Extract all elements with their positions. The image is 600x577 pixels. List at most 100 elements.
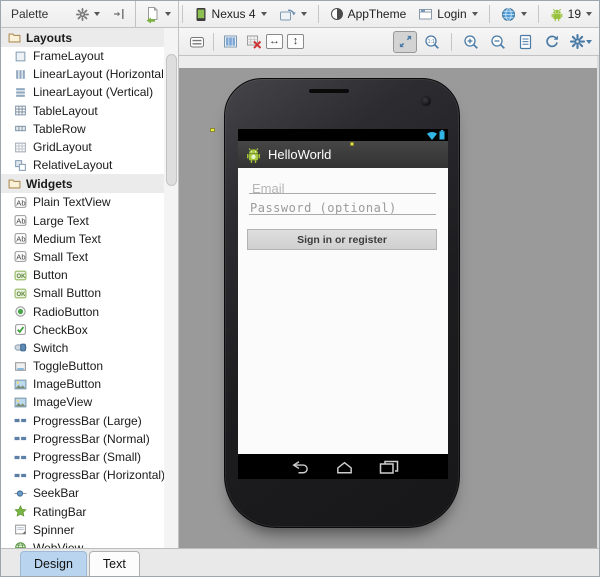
home-icon[interactable] bbox=[334, 460, 355, 474]
designer-settings-button[interactable] bbox=[567, 31, 595, 53]
linear_v-icon bbox=[13, 85, 27, 99]
list-options-icon bbox=[190, 36, 204, 47]
palette-item[interactable]: Ab Medium Text bbox=[1, 230, 164, 248]
palette-item[interactable]: SeekBar bbox=[1, 484, 164, 502]
columns-mode-button[interactable] bbox=[218, 31, 242, 53]
palette-item[interactable]: RatingBar bbox=[1, 503, 164, 521]
designer-toolbar: ↔ ↕ 1:1 bbox=[179, 28, 599, 56]
refresh-button[interactable] bbox=[540, 31, 564, 53]
palette-section-widgets[interactable]: Widgets bbox=[1, 174, 164, 194]
rating-icon bbox=[13, 505, 27, 519]
palette-settings-button[interactable] bbox=[74, 7, 102, 22]
zoom-in-icon bbox=[463, 34, 478, 49]
palette-item[interactable]: TableLayout bbox=[1, 102, 164, 120]
delete-constraints-button[interactable] bbox=[242, 31, 266, 53]
canvas-top-strip bbox=[179, 56, 599, 68]
palette-item[interactable]: ProgressBar (Large) bbox=[1, 412, 164, 430]
palette-item[interactable]: ImageButton bbox=[1, 375, 164, 393]
tab-text[interactable]: Text bbox=[88, 551, 140, 576]
folder-icon bbox=[7, 31, 21, 45]
width-arrow-icon: ↔ bbox=[269, 35, 280, 47]
lint-marker-icon[interactable] bbox=[350, 142, 354, 146]
image-icon bbox=[13, 377, 27, 391]
zoom-to-fit-button[interactable] bbox=[393, 30, 417, 53]
design-canvas[interactable]: HelloWorld Email Password (optional) Sig… bbox=[179, 56, 599, 548]
dock-pin-icon bbox=[113, 9, 124, 19]
palette-item[interactable]: Ab Plain TextView bbox=[1, 193, 164, 211]
locale-selector[interactable] bbox=[496, 5, 532, 24]
palette-item[interactable]: ProgressBar (Horizontal) bbox=[1, 466, 164, 484]
orientation-selector[interactable] bbox=[274, 5, 312, 24]
show-options-button[interactable] bbox=[185, 31, 209, 53]
palette-item[interactable]: WebView bbox=[1, 539, 164, 548]
relative-icon bbox=[13, 158, 27, 172]
palette-item[interactable]: LinearLayout (Horizontal) bbox=[1, 65, 164, 83]
palette-item[interactable]: Spinner bbox=[1, 521, 164, 539]
zoom-in-button[interactable] bbox=[459, 31, 483, 53]
password-field-underline bbox=[249, 214, 436, 215]
recents-icon[interactable] bbox=[379, 460, 399, 474]
configuration-file-button[interactable] bbox=[140, 4, 176, 24]
chevron-down-icon bbox=[520, 12, 527, 16]
toolbar-separator bbox=[451, 32, 452, 51]
palette-item[interactable]: CheckBox bbox=[1, 321, 164, 339]
ok-icon: OK bbox=[13, 268, 27, 282]
image-icon bbox=[13, 395, 27, 409]
zoom-fit-icon bbox=[399, 35, 411, 48]
palette-item[interactable]: OK Button bbox=[1, 266, 164, 284]
palette-item[interactable]: FrameLayout bbox=[1, 47, 164, 65]
match-height-button[interactable]: ↕ bbox=[287, 34, 304, 49]
lint-marker-icon[interactable] bbox=[210, 128, 215, 132]
height-arrow-icon: ↕ bbox=[292, 35, 299, 47]
theme-selector[interactable]: AppTheme bbox=[325, 5, 412, 23]
progress-icon bbox=[13, 414, 27, 428]
palette-panel: Layouts FrameLayout LinearLayout (Horizont… bbox=[1, 28, 164, 548]
palette-scrollbar[interactable] bbox=[164, 28, 178, 548]
palette-item[interactable]: OK Small Button bbox=[1, 284, 164, 302]
frame-icon bbox=[13, 49, 27, 63]
svg-text:Ab: Ab bbox=[16, 217, 25, 226]
match-width-button[interactable]: ↔ bbox=[266, 34, 283, 49]
palette-item[interactable]: Switch bbox=[1, 339, 164, 357]
back-icon[interactable] bbox=[287, 460, 310, 474]
ab-icon: Ab bbox=[13, 250, 27, 264]
palette-hide-button[interactable] bbox=[111, 7, 127, 21]
android-icon bbox=[551, 8, 563, 21]
svg-text:OK: OK bbox=[16, 292, 26, 298]
device-screen[interactable]: HelloWorld Email Password (optional) Sig… bbox=[238, 129, 448, 479]
palette-item[interactable]: ImageView bbox=[1, 393, 164, 411]
palette-item[interactable]: GridLayout bbox=[1, 138, 164, 156]
zoom-out-button[interactable] bbox=[486, 31, 510, 53]
palette-item[interactable]: LinearLayout (Vertical) bbox=[1, 83, 164, 101]
device-selector[interactable]: Nexus 4 bbox=[189, 5, 272, 24]
columns-icon bbox=[223, 35, 237, 48]
palette-item[interactable]: RelativeLayout bbox=[1, 156, 164, 174]
chevron-down-icon bbox=[586, 12, 592, 16]
app-content: Email Password (optional) Sign in or reg… bbox=[238, 168, 448, 454]
password-field[interactable]: Password (optional) bbox=[250, 201, 397, 215]
chevron-down-icon bbox=[164, 12, 171, 16]
zoom-actual-size-button[interactable]: 1:1 bbox=[420, 31, 444, 53]
toolbar-separator bbox=[317, 5, 319, 23]
preview-settings-file-button[interactable] bbox=[513, 31, 537, 53]
palette-item[interactable]: ToggleButton bbox=[1, 357, 164, 375]
api-level-selector[interactable]: 19 bbox=[545, 5, 597, 24]
toolbar-separator bbox=[537, 5, 539, 23]
palette-section-layouts[interactable]: Layouts bbox=[1, 28, 164, 47]
palette-item[interactable]: Ab Small Text bbox=[1, 248, 164, 266]
action-bar: HelloWorld bbox=[238, 141, 448, 168]
folder-icon bbox=[7, 177, 21, 191]
activity-selector[interactable]: Login bbox=[413, 5, 482, 23]
switch-icon bbox=[13, 341, 27, 355]
toolbar-separator bbox=[488, 5, 490, 23]
scrollbar-thumb[interactable] bbox=[165, 54, 177, 186]
linear_h-icon bbox=[13, 67, 27, 81]
palette-item[interactable]: ProgressBar (Small) bbox=[1, 448, 164, 466]
tab-design[interactable]: Design bbox=[20, 551, 87, 576]
sign-in-button[interactable]: Sign in or register bbox=[247, 229, 437, 250]
email-field-underline bbox=[249, 193, 436, 194]
palette-item[interactable]: ProgressBar (Normal) bbox=[1, 430, 164, 448]
palette-item[interactable]: RadioButton bbox=[1, 302, 164, 320]
palette-item[interactable]: Ab Large Text bbox=[1, 212, 164, 230]
palette-item[interactable]: TableRow bbox=[1, 120, 164, 138]
